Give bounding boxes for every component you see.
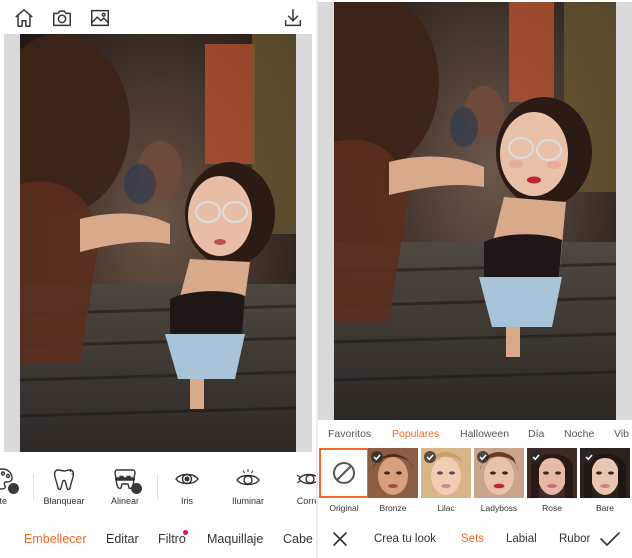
look-thumbnail: [319, 448, 369, 498]
look-rose[interactable]: Rose: [527, 448, 577, 516]
applied-check-icon: [8, 483, 29, 504]
tab-sets[interactable]: Sets: [461, 533, 484, 545]
no-effect-icon: [333, 462, 355, 484]
look-thumbnail: [421, 448, 471, 498]
eye-icon: [174, 466, 200, 492]
palette-icon: [0, 466, 29, 504]
checkmark-icon[interactable]: [599, 530, 621, 548]
tooth-icon: [51, 466, 77, 492]
applied-check-icon: [131, 483, 152, 504]
right-makeup-panel: Favoritos Populares Halloween Día Noche …: [318, 0, 632, 558]
close-icon[interactable]: [331, 530, 349, 548]
home-icon[interactable]: [13, 7, 35, 29]
tool-palette[interactable]: tte: [0, 460, 32, 516]
beauty-tools-strip: tte Blanquear Alinear Iris: [0, 460, 316, 516]
look-thumbnail: [474, 448, 524, 498]
left-bottom-nav: Embellecer Editar Filtro Maquillaje Cabe: [0, 520, 316, 558]
look-thumbnail: [580, 448, 630, 498]
applied-check-icon: [530, 451, 542, 463]
look-thumbnail: [368, 448, 418, 498]
applied-check-icon: [371, 451, 383, 463]
applied-check-icon: [424, 451, 436, 463]
tool-alinear[interactable]: Alinear: [95, 460, 155, 516]
tab-vibrante[interactable]: Vib: [614, 428, 629, 440]
tab-populares[interactable]: Populares: [392, 428, 439, 440]
tab-labial[interactable]: Labial: [506, 533, 537, 545]
tool-iris[interactable]: Iris: [157, 460, 217, 516]
download-icon[interactable]: [282, 7, 304, 29]
edited-photo[interactable]: [20, 34, 296, 452]
photo-canvas[interactable]: [318, 2, 632, 420]
tab-editar[interactable]: Editar: [106, 532, 139, 546]
looks-carousel: Original Bronze Lilac Ladyboss Rose Bare: [318, 446, 632, 516]
applied-check-icon: [477, 451, 489, 463]
tool-iluminar[interactable]: Iluminar: [218, 460, 278, 516]
tab-dia[interactable]: Día: [528, 428, 544, 440]
tool-corregir[interactable]: Corre: [278, 460, 316, 516]
left-top-toolbar: [0, 0, 316, 34]
look-original[interactable]: Original: [319, 448, 369, 516]
camera-icon[interactable]: [51, 7, 73, 29]
eye-sparkle-icon: [235, 466, 261, 492]
edited-photo[interactable]: [334, 2, 616, 420]
tab-favoritos[interactable]: Favoritos: [328, 428, 371, 440]
tab-noche[interactable]: Noche: [564, 428, 594, 440]
eye-correct-icon: [295, 466, 316, 492]
tab-filtro[interactable]: Filtro: [158, 532, 186, 546]
tab-maquillaje[interactable]: Maquillaje: [207, 532, 263, 546]
look-bare[interactable]: Bare: [580, 448, 630, 516]
photo-canvas[interactable]: [4, 34, 312, 452]
look-ladyboss[interactable]: Ladyboss: [474, 448, 524, 516]
tool-blanquear[interactable]: Blanquear: [34, 460, 94, 516]
left-editor-panel: tte Blanquear Alinear Iris: [0, 0, 316, 558]
braces-icon: [112, 466, 152, 504]
tab-rubor[interactable]: Rubor: [559, 533, 590, 545]
look-category-tabs: Favoritos Populares Halloween Día Noche …: [318, 424, 632, 444]
look-bronze[interactable]: Bronze: [368, 448, 418, 516]
tab-embellecer[interactable]: Embellecer: [24, 532, 87, 546]
applied-check-icon: [583, 451, 595, 463]
image-gallery-icon[interactable]: [89, 7, 111, 29]
tab-halloween[interactable]: Halloween: [460, 428, 509, 440]
look-lilac[interactable]: Lilac: [421, 448, 471, 516]
tab-cabello[interactable]: Cabe: [283, 532, 313, 546]
look-thumbnail: [527, 448, 577, 498]
right-bottom-bar: Crea tu look Sets Labial Rubor: [318, 520, 632, 558]
tab-crea-tu-look[interactable]: Crea tu look: [374, 533, 436, 545]
notification-dot: [183, 530, 188, 535]
